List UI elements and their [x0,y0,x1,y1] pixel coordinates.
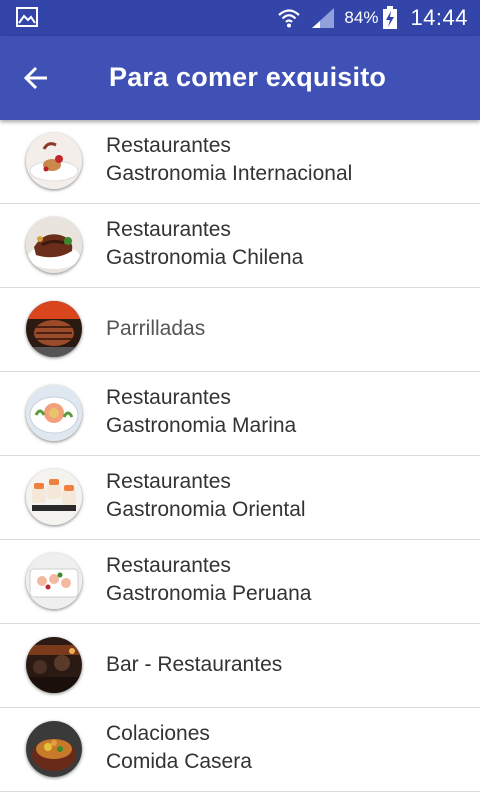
category-list: Restaurantes Gastronomia Internacional R… [0,120,480,792]
stew-bowl-thumbnail [26,721,82,777]
list-item-gastronomia-peruana[interactable]: Restaurantes Gastronomia Peruana [0,540,480,624]
clock: 14:44 [410,5,468,30]
list-item-title: Restaurantes [106,134,231,157]
list-item-text: Restaurantes Gastronomia Chilena [106,216,303,272]
grilled-meat-thumbnail [26,301,82,357]
plated-dessert-thumbnail [26,133,82,189]
bar-interior-thumbnail [26,637,82,693]
list-item-title: Colaciones [106,722,210,745]
list-item-gastronomia-chilena[interactable]: Restaurantes Gastronomia Chilena [0,204,480,288]
list-item-title: Restaurantes [106,218,231,241]
list-item-parrilladas[interactable]: Parrilladas [0,288,480,372]
list-item-text: Restaurantes Gastronomia Internacional [106,132,352,188]
status-bar: 84% 14:44 [0,0,480,36]
list-item-gastronomia-oriental[interactable]: Restaurantes Gastronomia Oriental [0,456,480,540]
list-item-subtitle: Gastronomia Marina [106,414,297,437]
list-item-gastronomia-marina[interactable]: Restaurantes Gastronomia Marina [0,372,480,456]
meat-dish-thumbnail [26,217,82,273]
list-item-subtitle: Gastronomia Internacional [106,162,353,185]
battery-percent: 84% [344,8,379,27]
ceviche-thumbnail [26,553,82,609]
sushi-rolls-thumbnail [26,469,82,525]
list-item-text: Parrilladas [106,315,205,343]
list-item-title: Restaurantes [106,386,231,409]
back-button[interactable] [16,58,56,98]
list-item-subtitle: Gastronomia Oriental [106,498,306,521]
list-item-subtitle: Gastronomia Peruana [106,582,312,605]
list-item-title: Parrilladas [106,317,206,340]
list-item-gastronomia-internacional[interactable]: Restaurantes Gastronomia Internacional [0,120,480,204]
page-title: Para comer exquisito [109,62,387,92]
list-item-text: Restaurantes Gastronomia Oriental [106,468,306,524]
list-item-text: Restaurantes Gastronomia Peruana [106,552,311,608]
app-bar: Para comer exquisito [0,36,480,120]
battery-charging-icon [383,6,398,29]
list-item-bar-restaurantes[interactable]: Bar - Restaurantes [0,624,480,708]
arrow-back-icon [23,66,47,90]
list-item-colaciones-comida-casera[interactable]: Colaciones Comida Casera [0,708,480,792]
list-item-title: Restaurantes [106,470,231,493]
list-item-text: Restaurantes Gastronomia Marina [106,384,296,440]
list-item-title: Restaurantes [106,554,231,577]
list-item-text: Colaciones Comida Casera [106,720,252,776]
signal-icon [312,8,335,28]
list-item-subtitle: Gastronomia Chilena [106,246,304,269]
list-item-text: Bar - Restaurantes [106,651,282,679]
list-item-title: Bar - Restaurantes [106,653,283,676]
gallery-notification-icon [16,7,38,27]
list-item-subtitle: Comida Casera [106,750,252,773]
seafood-plate-thumbnail [26,385,82,441]
wifi-icon [278,9,301,28]
